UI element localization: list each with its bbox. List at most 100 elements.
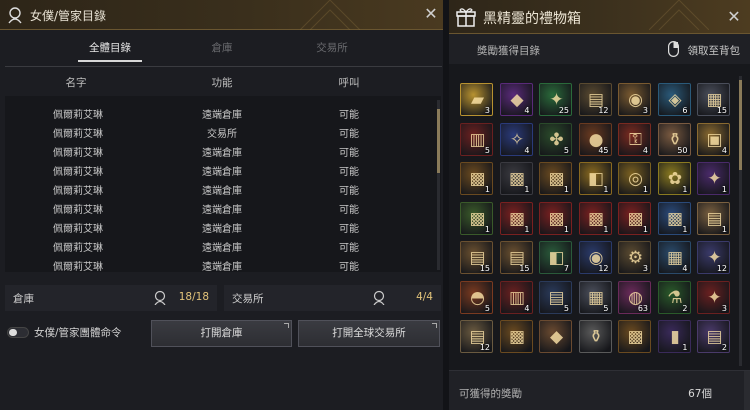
reward-item[interactable]: ▰ 3 (460, 83, 493, 116)
reward-item[interactable]: ✤ 5 (539, 122, 572, 156)
reward-item[interactable]: ▩ 1 (499, 162, 533, 195)
reward-item[interactable]: ▮ 1 (657, 320, 691, 353)
reward-item[interactable]: ▣ 4 (697, 122, 730, 156)
item-count: 1 (682, 343, 688, 352)
reward-item[interactable]: ● 45 (578, 122, 612, 156)
row-name: 佩爾莉艾琳 (53, 167, 103, 178)
column-header-function: 功能 (211, 77, 233, 89)
table-row[interactable]: 佩爾莉艾琳 遠端倉庫 可能 (5, 199, 437, 217)
reward-item[interactable]: ▤ 5 (539, 280, 572, 314)
tab-all[interactable]: 全體目錄 (70, 38, 150, 62)
reward-item[interactable]: ▤ 12 (578, 83, 612, 116)
table-scrollbar-thumb[interactable] (437, 109, 440, 173)
reward-item[interactable]: ▤ 2 (697, 320, 730, 353)
table-row[interactable]: 佩爾莉艾琳 遠端倉庫 可能 (5, 256, 437, 274)
maid-tabs: 全體目錄 倉庫 交易所 (0, 38, 447, 64)
reward-item[interactable]: ✦ 12 (697, 241, 730, 274)
storage-stat-label: 倉庫 (13, 293, 34, 305)
row-function: 遠端倉庫 (202, 167, 242, 178)
reward-item[interactable]: ▩ 1 (539, 201, 572, 235)
maid-portrait-icon (373, 290, 385, 305)
maid-window-header[interactable]: 女僕/管家目錄 ✕ (0, 0, 447, 30)
reward-item[interactable]: ▩ (499, 320, 533, 353)
reward-item[interactable]: ◆ 4 (499, 83, 533, 116)
reward-item[interactable]: ▩ 1 (499, 201, 533, 235)
item-count: 1 (642, 224, 648, 234)
item-count: 12 (716, 264, 727, 273)
reward-item[interactable]: ◆ (539, 320, 572, 353)
table-row[interactable]: 佩爾莉艾琳 遠端倉庫 可能 (5, 161, 437, 179)
item-count: 1 (721, 224, 727, 234)
reward-item[interactable]: ▦ 4 (657, 241, 691, 274)
reward-item[interactable]: ▦ 5 (578, 280, 612, 314)
reward-item[interactable]: ▦ 15 (697, 83, 730, 116)
reward-item[interactable]: ▩ 1 (460, 201, 493, 235)
item-count: 3 (642, 106, 648, 115)
reward-item[interactable]: ✦ 1 (697, 162, 730, 195)
close-icon[interactable]: ✕ (726, 9, 742, 25)
reward-item[interactable]: ◍ 63 (618, 280, 651, 314)
item-count: 5 (484, 303, 490, 313)
item-count: 4 (642, 145, 648, 155)
header-decoration (300, 0, 360, 30)
reward-item[interactable]: ◉ 3 (618, 83, 651, 116)
reward-scrollbar-thumb[interactable] (739, 80, 742, 170)
reward-item[interactable]: ⚗ 2 (657, 280, 691, 314)
reward-item[interactable]: ✧ 4 (499, 122, 533, 156)
reward-item[interactable]: ⚿ 4 (618, 122, 651, 156)
table-row[interactable]: 佩爾莉艾琳 交易所 可能 (5, 123, 437, 141)
table-row[interactable]: 佩爾莉艾琳 遠端倉庫 可能 (5, 142, 437, 160)
reward-item[interactable]: ⚱ (578, 320, 612, 353)
reward-item[interactable]: ◈ 6 (657, 83, 691, 116)
reward-item[interactable]: ▩ 1 (539, 162, 572, 195)
table-row[interactable]: 佩爾莉艾琳 遠端倉庫 可能 (5, 237, 437, 255)
open-marketplace-button[interactable]: 打開全球交易所 (298, 320, 440, 347)
reward-item[interactable]: ✦ 25 (539, 83, 572, 116)
reward-item[interactable]: ⚙ 3 (618, 241, 651, 274)
gift-box-window: 黑精靈的禮物箱 ✕ 獎勵獲得目錄 領取至背包 ▰ 3 ◆ 4 ✦ 25 ▤ 12 ◉ 3 ◈ 6 ▦ 15… (449, 0, 750, 410)
row-name: 佩爾莉艾琳 (53, 262, 103, 273)
row-call: 可能 (339, 224, 359, 235)
reward-list-title: 獎勵獲得目錄 (477, 45, 540, 57)
reward-item[interactable]: ▥ 5 (460, 122, 493, 156)
footer-scrollbar[interactable] (744, 371, 750, 410)
row-call: 可能 (339, 148, 359, 159)
item-count: 3 (642, 264, 648, 273)
reward-item[interactable]: ▥ 4 (499, 280, 533, 314)
reward-item[interactable]: ✦ 3 (697, 280, 730, 314)
reward-item[interactable]: ⚱ 50 (657, 122, 691, 156)
reward-item[interactable]: ◧ 1 (578, 162, 612, 195)
reward-item[interactable]: ✿ 1 (657, 162, 691, 195)
gift-window-title: 黑精靈的禮物箱 (483, 11, 581, 27)
reward-item[interactable]: ◓ 5 (460, 280, 493, 314)
storage-stat-value: 18/18 (178, 291, 209, 303)
close-icon[interactable]: ✕ (423, 6, 439, 22)
reward-item[interactable]: ◉ 12 (578, 241, 612, 274)
reward-item[interactable]: ▩ 1 (578, 201, 612, 235)
tab-storage[interactable]: 倉庫 (182, 38, 262, 62)
reward-item[interactable]: ▩ 1 (657, 201, 691, 235)
open-storage-button[interactable]: 打開倉庫 (151, 320, 292, 347)
gift-window-header[interactable]: 黑精靈的禮物箱 ✕ (449, 0, 750, 34)
reward-item[interactable]: ◎ 1 (618, 162, 651, 195)
row-call: 可能 (339, 243, 359, 254)
row-function: 遠端倉庫 (202, 110, 242, 121)
table-row[interactable]: 佩爾莉艾琳 遠端倉庫 可能 (5, 104, 437, 122)
marketplace-stat-label: 交易所 (232, 293, 264, 305)
reward-item[interactable]: ▤ 1 (697, 201, 730, 235)
reward-item[interactable]: ▩ 1 (618, 201, 651, 235)
collect-to-bag-button[interactable]: 領取至背包 (688, 43, 741, 58)
reward-item[interactable]: ▤ 15 (460, 241, 493, 274)
reward-item[interactable]: ▤ 15 (499, 241, 533, 274)
group-command-toggle[interactable] (7, 327, 29, 338)
reward-item[interactable]: ▩ (618, 320, 651, 353)
reward-item[interactable]: ▤ 12 (460, 320, 493, 353)
reward-item[interactable]: ▩ 1 (460, 162, 493, 195)
item-count: 3 (721, 303, 727, 313)
reward-item[interactable]: ◧ 7 (539, 241, 572, 274)
item-count: 1 (484, 185, 490, 194)
table-row[interactable]: 佩爾莉艾琳 遠端倉庫 可能 (5, 180, 437, 198)
tab-marketplace[interactable]: 交易所 (292, 38, 372, 62)
table-row[interactable]: 佩爾莉艾琳 遠端倉庫 可能 (5, 218, 437, 236)
item-count: 12 (479, 343, 490, 352)
